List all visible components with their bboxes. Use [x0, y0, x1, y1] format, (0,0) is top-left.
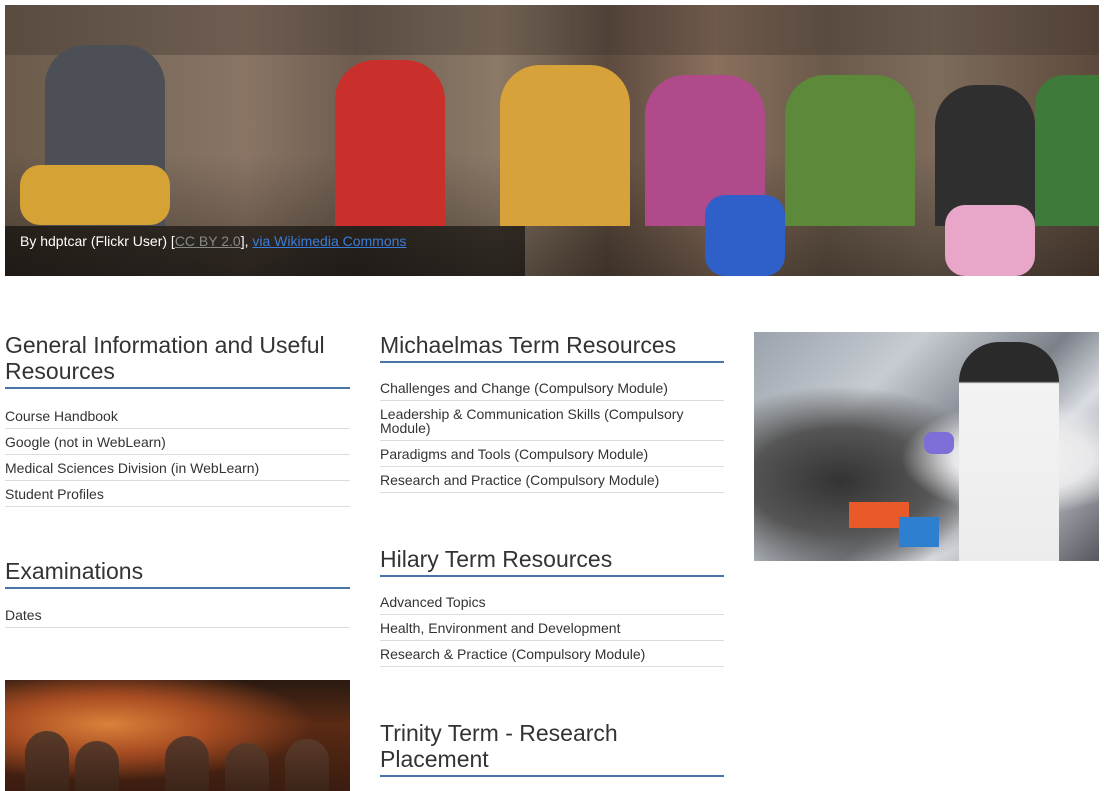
link-paradigms-and-tools[interactable]: Paradigms and Tools (Compulsory Module) [380, 441, 724, 467]
hero-image: By hdptcar (Flickr User) [CC BY 2.0], vi… [5, 5, 1099, 276]
link-dates[interactable]: Dates [5, 602, 350, 628]
credit-prefix: By hdptcar (Flickr User) [ [20, 233, 175, 249]
source-link[interactable]: via Wikimedia Commons [252, 233, 406, 249]
examinations-section: Examinations Dates [5, 558, 350, 628]
hilary-section: Hilary Term Resources Advanced Topics He… [380, 546, 724, 667]
examinations-heading: Examinations [5, 558, 350, 589]
link-google[interactable]: Google (not in WebLearn) [5, 429, 350, 455]
license-link[interactable]: CC BY 2.0 [175, 233, 241, 249]
lab-photo [754, 332, 1099, 561]
general-info-list: Course Handbook Google (not in WebLearn)… [5, 403, 350, 507]
link-course-handbook[interactable]: Course Handbook [5, 403, 350, 429]
credit-mid: ], [240, 233, 253, 249]
general-info-heading: General Information and Useful Resources [5, 332, 350, 389]
michaelmas-heading: Michaelmas Term Resources [380, 332, 724, 363]
michaelmas-section: Michaelmas Term Resources Challenges and… [380, 332, 724, 493]
general-info-section: General Information and Useful Resources… [5, 332, 350, 507]
link-student-profiles[interactable]: Student Profiles [5, 481, 350, 507]
link-leadership-communication[interactable]: Leadership & Communication Skills (Compu… [380, 401, 724, 441]
link-advanced-topics[interactable]: Advanced Topics [380, 589, 724, 615]
link-challenges-and-change[interactable]: Challenges and Change (Compulsory Module… [380, 375, 724, 401]
michaelmas-list: Challenges and Change (Compulsory Module… [380, 375, 724, 493]
link-research-and-practice-hilary[interactable]: Research & Practice (Compulsory Module) [380, 641, 724, 667]
link-health-environment-development[interactable]: Health, Environment and Development [380, 615, 724, 641]
hilary-list: Advanced Topics Health, Environment and … [380, 589, 724, 667]
image-credit: By hdptcar (Flickr User) [CC BY 2.0], vi… [20, 233, 406, 249]
examinations-list: Dates [5, 602, 350, 628]
group-photo [5, 680, 350, 791]
hilary-heading: Hilary Term Resources [380, 546, 724, 577]
trinity-section: Trinity Term - Research Placement [380, 720, 724, 777]
link-research-and-practice[interactable]: Research and Practice (Compulsory Module… [380, 467, 724, 493]
trinity-heading: Trinity Term - Research Placement [380, 720, 724, 777]
link-medical-sciences[interactable]: Medical Sciences Division (in WebLearn) [5, 455, 350, 481]
